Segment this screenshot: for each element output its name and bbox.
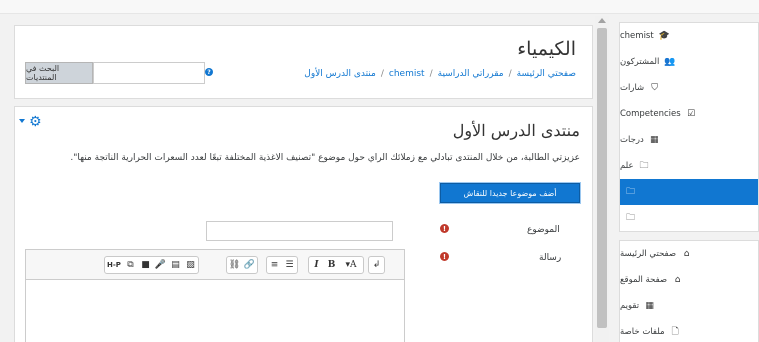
nav-item-label: chemist [620, 31, 654, 41]
nav-item-site-home[interactable]: ⌂ صفحة الموقع [620, 267, 758, 293]
subject-field[interactable] [206, 221, 393, 241]
toolbar-group-lists: ≡ ☰ [266, 256, 298, 274]
forum-region: ⚙ منتدى الدرس الأول عزيزتي الطالبة، من خ… [14, 106, 593, 342]
nav-item-label: صفحتي الرئيسة [620, 249, 677, 259]
nav-item-label: شارات [620, 83, 645, 93]
breadcrumb-my-courses[interactable]: مقرراتي الدراسية [438, 69, 504, 79]
required-icon: ! [440, 252, 449, 261]
toolbar-group-format: I B ▾A [308, 256, 364, 274]
home-icon: ⌂ [674, 275, 681, 285]
page-header: الكيمياء صفحتي الرئيسة / مقرراتي الدراسية /… [14, 25, 593, 99]
graduation-cap-icon: 🎓 [658, 31, 670, 41]
breadcrumb-home[interactable]: صفحتي الرئيسة [517, 69, 576, 79]
breadcrumb-forum[interactable]: منتدى الدرس الأول [304, 69, 376, 79]
video-icon[interactable]: ■ [138, 257, 153, 273]
nav-item-grades[interactable]: ▦ درجات [620, 127, 758, 153]
expand-toolbar-icon[interactable]: ↲ [369, 257, 384, 273]
link-icon[interactable]: 🔗 [242, 257, 257, 273]
nav-item-section-science[interactable]: 🗀 علم [620, 153, 758, 179]
nav-item-label: علم [620, 161, 634, 171]
nav-item-label: تقويم [620, 301, 640, 311]
nav-item-section[interactable]: 🗀 [620, 205, 758, 231]
nav-item-private-files[interactable]: 🗋 ملفات خاصة [620, 319, 758, 342]
image-icon[interactable]: ▨ [183, 257, 198, 273]
shield-icon: ⛉ [651, 83, 659, 93]
forum-search: البحث في المنتديات [25, 62, 205, 84]
search-input[interactable] [93, 62, 205, 84]
bold-icon[interactable]: B [324, 257, 339, 273]
breadcrumb-course[interactable]: chemist [389, 69, 425, 79]
folder-icon: 🗀 [625, 213, 635, 223]
nav-item-calendar[interactable]: ▦ تقويم [620, 293, 758, 319]
subject-label: الموضوع [527, 225, 560, 235]
editor-toolbar: H-P ⧉ ■ 🎤 ▤ ▨ ⛓ 🔗 ≡ ☰ I B ▾A ↲ [26, 250, 404, 280]
toolbar-group-links: ⛓ 🔗 [226, 256, 258, 274]
page-scrollbar[interactable] [595, 16, 609, 342]
nav-item-label: ملفات خاصة [620, 327, 665, 337]
scroll-up-icon[interactable] [598, 18, 606, 23]
browser-top-strip [0, 0, 759, 14]
nav-item-label: صفحة الموقع [620, 275, 668, 285]
scrollbar-thumb[interactable] [597, 28, 607, 328]
file-icon: 🗋 [671, 327, 679, 337]
toolbar-group-media: H-P ⧉ ■ 🎤 ▤ ▨ [104, 256, 199, 274]
copy-icon[interactable]: ⧉ [123, 257, 138, 273]
required-icon: ! [440, 224, 449, 233]
checkbox-icon: ☑ [687, 109, 696, 119]
microphone-icon[interactable]: 🎤 [153, 257, 168, 273]
toolbar-group-toggle: ↲ [368, 256, 385, 274]
unordered-list-icon[interactable]: ☰ [282, 257, 297, 273]
chevron-down-icon[interactable] [19, 119, 25, 123]
course-nav-block: 🎓 chemist 👥 المشتركون ⛉ شارات ☑ Competencies… [619, 22, 759, 232]
nav-item-participants[interactable]: 👥 المشتركون [620, 49, 758, 75]
nav-item-badges[interactable]: ⛉ شارات [620, 75, 758, 101]
nav-item-course[interactable]: 🎓 chemist [620, 23, 758, 49]
nav-drawer: 🎓 chemist 👥 المشتركون ⛉ شارات ☑ Competencies… [619, 22, 759, 342]
nav-item-label: درجات [620, 135, 644, 145]
nav-item-competencies[interactable]: ☑ Competencies [620, 101, 758, 127]
folder-icon: 🗀 [625, 187, 635, 197]
dashboard-icon: ⌂ [683, 249, 690, 259]
breadcrumb-separator: / [380, 69, 384, 79]
add-discussion-button[interactable]: أضف موضوعا جديدا للنقاش [439, 182, 581, 204]
message-editor[interactable]: H-P ⧉ ■ 🎤 ▤ ▨ ⛓ 🔗 ≡ ☰ I B ▾A ↲ [25, 249, 405, 342]
folder-icon: 🗀 [639, 161, 649, 171]
breadcrumb: صفحتي الرئيسة / مقرراتي الدراسية / chemist / م… [304, 69, 576, 79]
nav-item-dashboard[interactable]: ⌂ صفحتي الرئيسة [620, 241, 758, 267]
font-style-icon[interactable]: ▾A [339, 257, 363, 273]
help-icon[interactable]: ? [205, 68, 213, 76]
nav-item-section-active[interactable]: 🗀 [620, 179, 758, 205]
message-label: رسالة [539, 253, 562, 263]
italic-icon[interactable]: I [309, 257, 324, 273]
nav-item-label: المشتركون [620, 57, 660, 67]
forum-description: عزيزتي الطالبة، من خلال المنتدى تبادلي م… [70, 153, 580, 163]
forum-title: منتدى الدرس الأول [452, 121, 580, 140]
nav-item-label: Competencies [620, 109, 681, 119]
ordered-list-icon[interactable]: ≡ [267, 257, 282, 273]
html-icon[interactable]: H-P [105, 257, 123, 273]
course-title: الكيمياء [517, 38, 576, 60]
search-forums-button[interactable]: البحث في المنتديات [25, 62, 93, 84]
unlink-icon[interactable]: ⛓ [227, 257, 242, 273]
calendar-icon: ▦ [645, 301, 654, 311]
site-nav-block: ⌂ صفحتي الرئيسة ⌂ صفحة الموقع ▦ تقويم 🗋 ملفا… [619, 240, 759, 342]
breadcrumb-separator: / [508, 69, 512, 79]
gear-icon[interactable]: ⚙ [29, 115, 42, 129]
file-icon[interactable]: ▤ [168, 257, 183, 273]
breadcrumb-separator: / [429, 69, 433, 79]
users-icon: 👥 [664, 57, 676, 67]
table-icon: ▦ [649, 135, 659, 145]
